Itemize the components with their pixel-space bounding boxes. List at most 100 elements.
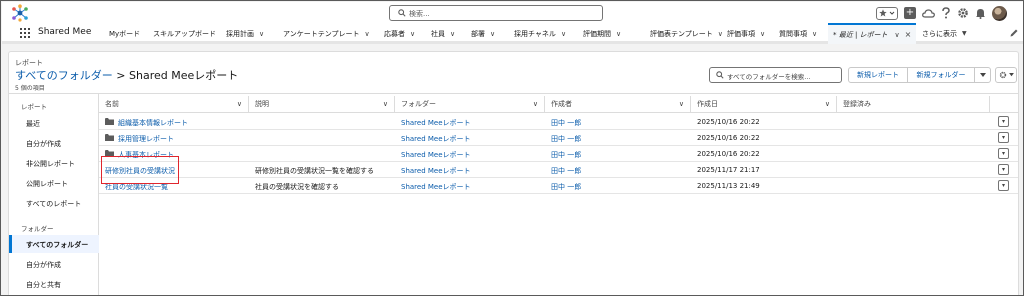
column-header-creator[interactable]: 作成者 ∨ [545, 96, 691, 113]
new-folder-button[interactable]: 新規フォルダー [907, 67, 975, 83]
row-name-link[interactable]: 組織基本情報レポート [118, 118, 188, 128]
row-folder-link[interactable]: Shared Meeレポート [401, 150, 471, 160]
nav-item-eval-template[interactable]: 評価表テンプレート ∨ [650, 23, 723, 44]
app-nav-bar: Shared Mee Myボード スキルアップボード 採用計画 ∨ アンケートテン… [2, 23, 1023, 44]
chevron-down-icon[interactable]: ∨ [365, 30, 370, 38]
column-label: 作成者 [551, 100, 572, 108]
app-name: Shared Mee [38, 27, 92, 37]
chevron-down-icon[interactable]: ∨ [533, 100, 538, 108]
column-label: 説明 [255, 100, 269, 108]
favorites-button[interactable] [876, 6, 898, 20]
breadcrumb-all-folders[interactable]: すべてのフォルダー [15, 69, 113, 82]
row-creator-link[interactable]: 田中 一郎 [551, 118, 581, 128]
edit-nav-pencil-icon[interactable] [1009, 28, 1019, 38]
sidebar-item-all-folders[interactable]: すべてのフォルダー [26, 240, 88, 250]
chevron-down-icon[interactable]: ∨ [561, 30, 566, 38]
nav-item-label: 社員 [431, 29, 445, 38]
column-header-subscribed[interactable]: 登録済み [837, 96, 990, 113]
nav-item-eval-period[interactable]: 評価期間 ∨ [583, 23, 621, 44]
chevron-down-icon[interactable]: ∨ [450, 30, 455, 38]
more-actions-dropdown[interactable] [974, 67, 991, 83]
nav-item-questions[interactable]: 質問事項 ∨ [779, 23, 817, 44]
nav-item-recruit-plan[interactable]: 採用計画 ∨ [226, 23, 264, 44]
row-folder-link[interactable]: Shared Meeレポート [401, 182, 471, 192]
caret-down-icon [979, 72, 986, 77]
folder-contents-table: 名前 ∨ 説明 ∨ フォルダー ∨ 作成者 ∨ 作成日 ∨ 登録済み 組織基本情報レポート… [99, 94, 1019, 295]
row-folder-link[interactable]: Shared Meeレポート [401, 134, 471, 144]
app-launcher-icon[interactable] [20, 28, 30, 38]
chevron-down-icon[interactable]: ∨ [616, 30, 621, 38]
column-header-name[interactable]: 名前 ∨ [99, 96, 249, 113]
global-search-input[interactable]: 検索... [389, 5, 603, 21]
sidebar-item-created-by-me[interactable]: 自分が作成 [26, 139, 61, 149]
notifications-bell-icon[interactable] [975, 7, 986, 19]
chevron-down-icon: ▾ [1001, 182, 1005, 189]
folder-search-input[interactable]: すべてのフォルダーを検索... [709, 67, 842, 83]
help-icon[interactable] [941, 7, 951, 19]
column-header-created-date[interactable]: 作成日 ∨ [691, 96, 837, 113]
column-header-folder[interactable]: フォルダー ∨ [395, 96, 545, 113]
sidebar-item-private-reports[interactable]: 非公開レポート [26, 159, 75, 169]
chevron-down-icon[interactable]: ∨ [812, 30, 817, 38]
row-folder-link[interactable]: Shared Meeレポート [401, 166, 471, 176]
sidebar-item-shared-with-me[interactable]: 自分と共有 [26, 280, 61, 290]
caret-down-icon: ▼ [962, 30, 967, 37]
sidebar-item-recent[interactable]: 最近 [26, 119, 40, 129]
gear-icon[interactable] [957, 7, 969, 19]
new-report-button[interactable]: 新規レポート [848, 67, 908, 83]
chevron-down-icon[interactable]: ∨ [259, 30, 264, 38]
chevron-down-icon[interactable]: ∨ [383, 100, 388, 108]
row-name-link[interactable]: 採用管理レポート [118, 134, 174, 144]
nav-item-label: 評価期間 [583, 29, 611, 38]
chevron-down-icon[interactable]: ∨ [679, 100, 684, 108]
row-creator-link[interactable]: 田中 一郎 [551, 182, 581, 192]
nav-item-my-board[interactable]: Myボード [109, 23, 140, 44]
column-label: 作成日 [697, 100, 718, 108]
nav-item-recruit-channel[interactable]: 採用チャネル ∨ [514, 23, 566, 44]
trailhead-cloud-icon[interactable] [922, 8, 935, 19]
nav-item-eval-items[interactable]: 評価事項 ∨ [727, 23, 765, 44]
star-icon [879, 9, 887, 17]
settings-menu-button[interactable] [995, 67, 1017, 83]
chevron-down-icon[interactable]: ∨ [760, 30, 765, 38]
sidebar-section-reports: レポート [21, 103, 47, 111]
search-icon [716, 71, 724, 79]
column-header-description[interactable]: 説明 ∨ [249, 96, 395, 113]
row-creator-link[interactable]: 田中 一郎 [551, 134, 581, 144]
tab-recent-reports[interactable]: * 最近 | レポート ∨ × [828, 23, 916, 44]
sidebar-item-all-reports[interactable]: すべてのレポート [26, 199, 81, 209]
row-actions-menu[interactable]: ▾ [998, 148, 1009, 159]
nav-item-departments[interactable]: 部署 ∨ [471, 23, 495, 44]
nav-item-label: 評価事項 [727, 29, 755, 38]
chevron-down-icon[interactable]: ∨ [237, 100, 242, 108]
close-icon[interactable]: × [905, 30, 912, 39]
row-actions-menu[interactable]: ▾ [998, 116, 1009, 127]
nav-item-survey-template[interactable]: アンケートテンプレート ∨ [283, 23, 370, 44]
chevron-down-icon[interactable]: ∨ [490, 30, 495, 38]
nav-more-menu[interactable]: さらに表示 ▼ [922, 23, 967, 44]
nav-item-employees[interactable]: 社員 ∨ [431, 23, 455, 44]
tab-label: * 最近 | レポート [833, 30, 888, 39]
user-avatar[interactable] [992, 5, 1007, 21]
chevron-down-icon[interactable]: ∨ [718, 30, 723, 38]
global-header: 検索... + [2, 2, 1023, 23]
sidebar-item-folders-created-by-me[interactable]: 自分が作成 [26, 260, 61, 270]
global-actions-plus-icon[interactable]: + [904, 7, 916, 19]
row-creator-link[interactable]: 田中 一郎 [551, 166, 581, 176]
column-label: フォルダー [401, 100, 436, 108]
sidebar-item-public-reports[interactable]: 公開レポート [26, 179, 68, 189]
chevron-down-icon[interactable]: ∨ [895, 31, 900, 39]
nav-item-skillup-board[interactable]: スキルアップボード [153, 23, 216, 44]
chevron-down-icon: ▾ [1001, 150, 1005, 157]
row-actions-menu[interactable]: ▾ [998, 132, 1009, 143]
chevron-down-icon[interactable]: ∨ [410, 30, 415, 38]
row-created-date: 2025/10/16 20:22 [697, 134, 760, 142]
item-count: 5 個の項目 [15, 85, 45, 92]
app-logo-icon[interactable] [11, 4, 29, 22]
row-actions-menu[interactable]: ▾ [998, 180, 1009, 191]
row-folder-link[interactable]: Shared Meeレポート [401, 118, 471, 128]
row-actions-menu[interactable]: ▾ [998, 164, 1009, 175]
row-creator-link[interactable]: 田中 一郎 [551, 150, 581, 160]
nav-item-applicants[interactable]: 応募者 ∨ [384, 23, 415, 44]
chevron-down-icon[interactable]: ∨ [825, 100, 830, 108]
